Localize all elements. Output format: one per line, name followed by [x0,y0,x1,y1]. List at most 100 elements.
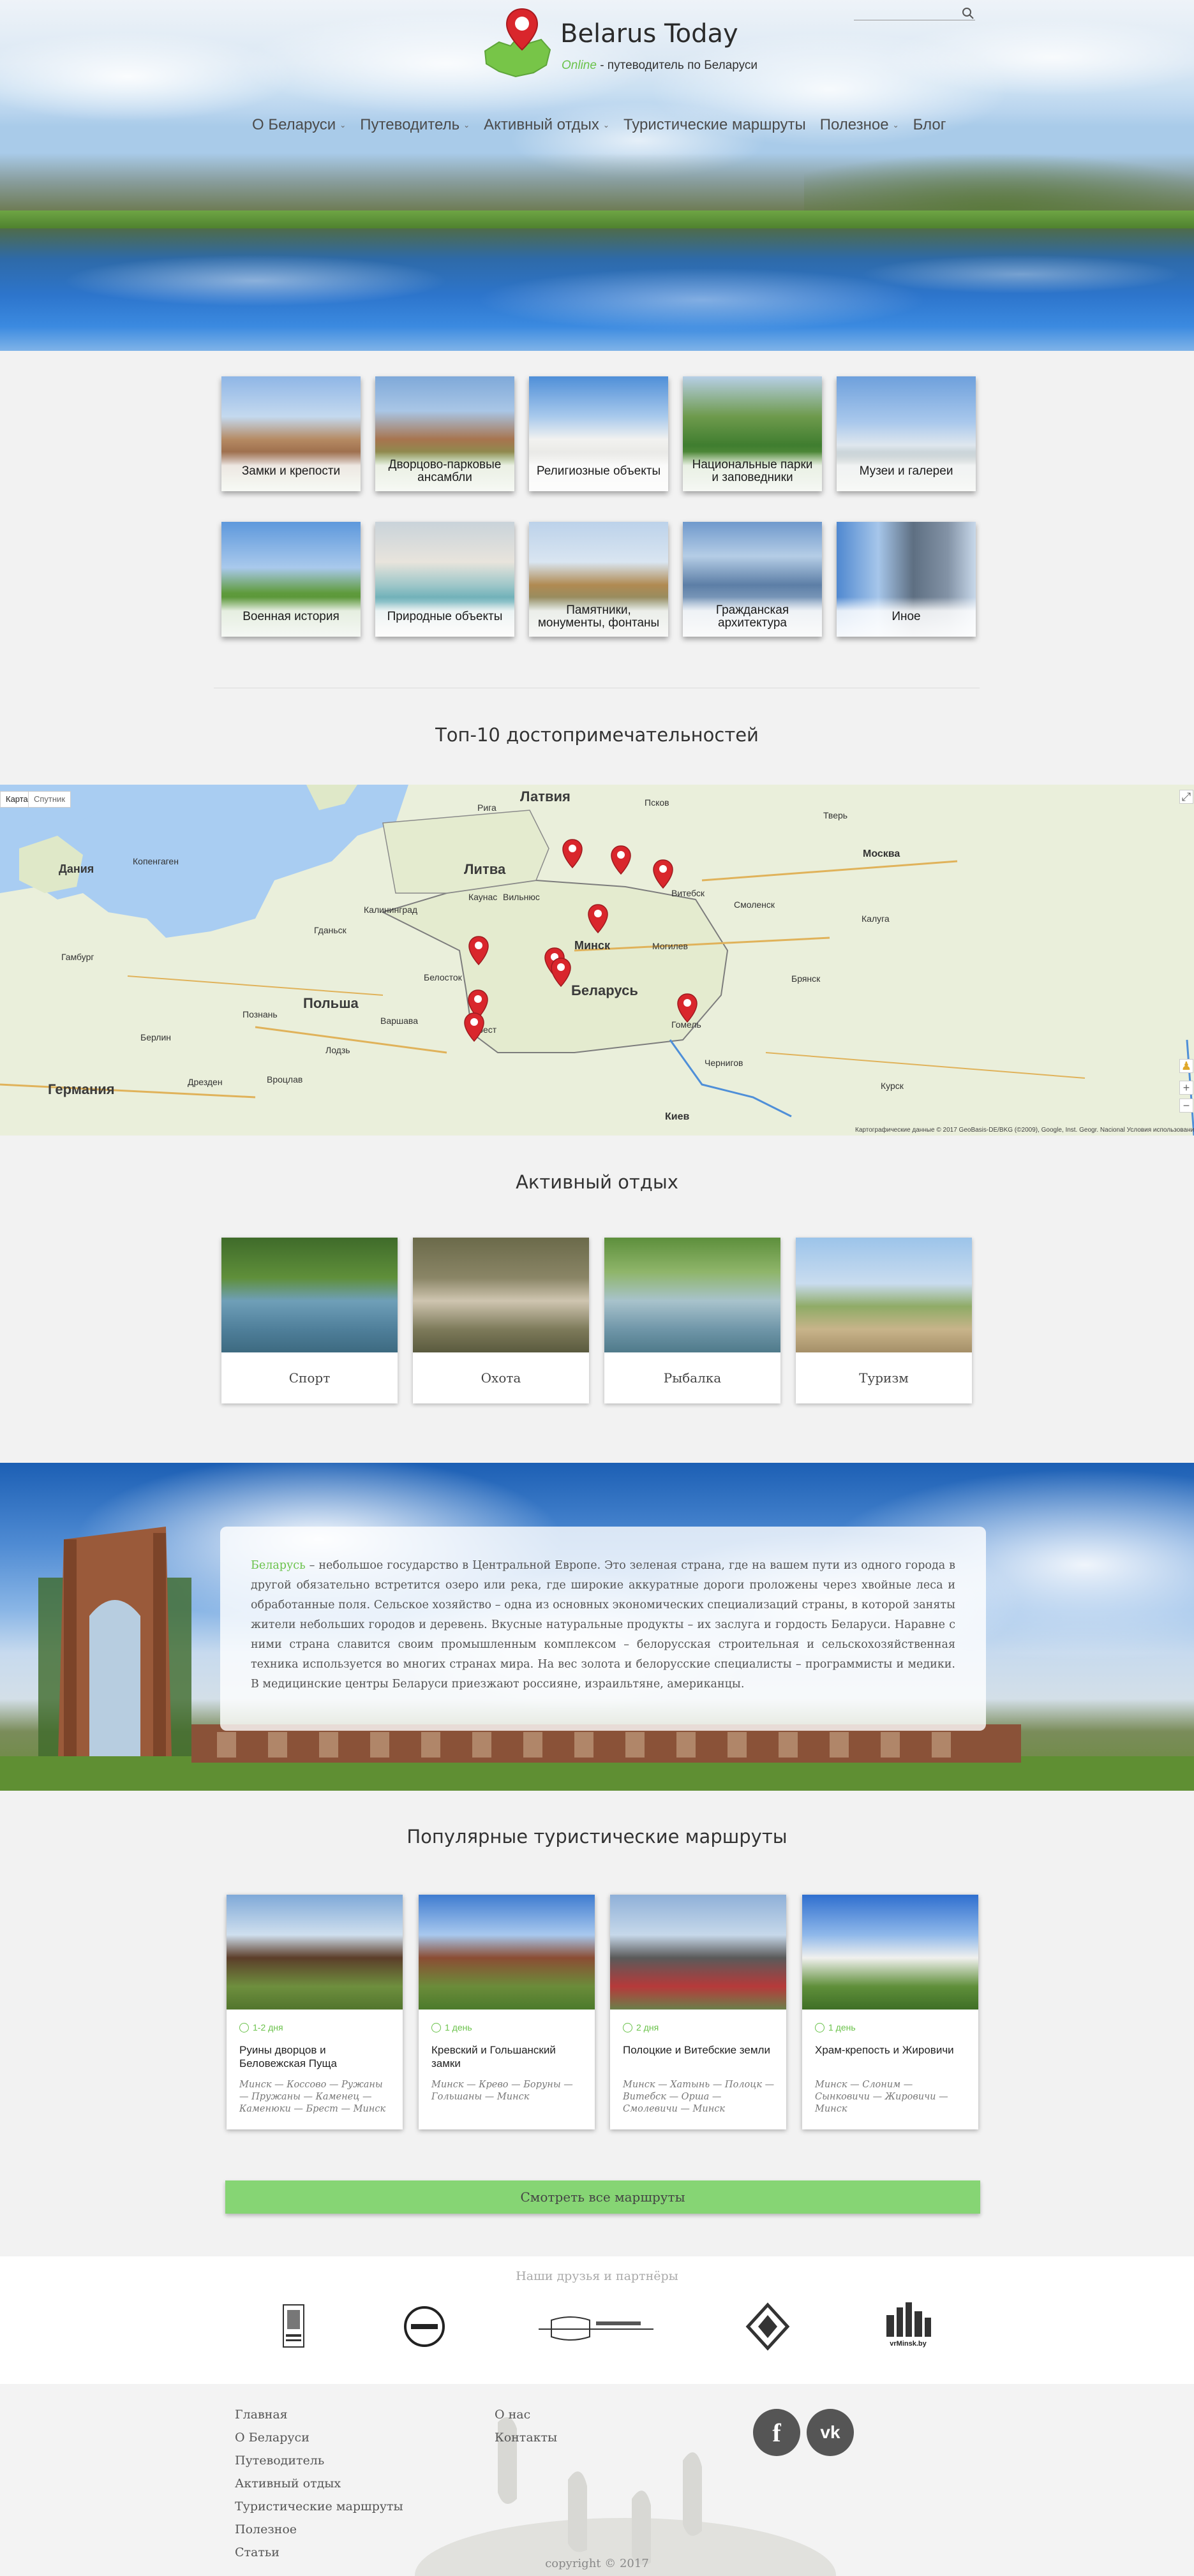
logo-map-pin[interactable] [480,6,556,82]
about-link-belarus[interactable]: Беларусь [251,1559,306,1572]
category-military[interactable]: Военная история [221,522,361,637]
route-path: Минск — Коссово — Ружаны — Пружаны — Кам… [239,2080,386,2114]
map-base [0,785,1194,1136]
active-label: Охота [481,1370,521,1386]
routes-title: Популярные туристические маршруты [407,1826,787,1847]
route-card[interactable]: 1-2 дня Руины дворцов и Беловежская Пуща… [227,1895,403,2129]
map-tab-satellite[interactable]: Спутник [28,791,71,808]
nav-item-about[interactable]: О Беларуси ⌄ [252,116,346,134]
active-card-sport[interactable]: Спорт [221,1238,398,1403]
route-duration-text: 1 день [445,2022,472,2032]
category-label: Музеи и галереи [837,452,976,491]
category-palaces[interactable]: Дворцово-парковые ансамбли [375,376,514,491]
category-label: Замки и крепости [221,452,361,491]
map-pin-icon[interactable] [587,903,609,934]
map-label: Берлин [140,1032,172,1042]
partners-title: Наши друзья и партнёры [516,2269,678,2283]
nav-label: Активный отдых [484,116,599,133]
category-civil-architecture[interactable]: Гражданская архитектура [683,522,822,637]
route-card[interactable]: 1 день Кревский и Гольшанский замки Минс… [419,1895,595,2129]
active-card-tourism[interactable]: Туризм [796,1238,972,1403]
nav-item-routes[interactable]: Туристические маршруты [623,116,806,134]
active-label: Туризм [859,1370,909,1386]
map-label: Брянск [791,973,821,984]
footer-link[interactable]: Полезное [235,2522,297,2536]
active-label: Рыбалка [663,1370,722,1386]
map-pin-icon[interactable] [610,845,632,875]
fullscreen-icon[interactable]: ⤢ [1179,790,1193,804]
nav-item-useful[interactable]: Полезное ⌄ [820,116,899,134]
route-name[interactable]: Кревский и Гольшанский замки [431,2043,585,2070]
footer-link[interactable]: Путеводитель [235,2454,324,2468]
partner-text: vrMinsk.by [890,2340,927,2348]
route-name[interactable]: Полоцкие и Витебские земли [623,2043,776,2057]
map-pin-icon[interactable] [562,838,583,869]
route-card[interactable]: 2 дня Полоцкие и Витебские земли Минск —… [610,1895,786,2129]
active-label: Спорт [288,1370,331,1386]
facebook-icon[interactable]: f [753,2409,800,2456]
partner-logo-vrminsk[interactable] [402,2301,447,2352]
partners-section: Наши друзья и партнёры vrMinsk.by [0,2256,1194,2384]
about-text: – небольшое государство в Центральной Ев… [251,1559,955,1691]
category-religious[interactable]: Религиозные объекты [529,376,668,491]
category-natural[interactable]: Природные объекты [375,522,514,637]
route-photo [419,1895,595,2010]
active-card-fishing[interactable]: Рыбалка [604,1238,780,1403]
nav-item-active[interactable]: Активный отдых ⌄ [484,116,609,134]
map-label: Чернигов [705,1058,743,1068]
category-monuments[interactable]: Памятники, монументы, фонтаны [529,522,668,637]
zoom-out-button[interactable]: − [1179,1099,1193,1113]
partner-logo-1[interactable] [281,2301,306,2352]
route-photo [227,1895,403,2010]
map-label: Латвия [520,788,571,804]
footer-link[interactable]: Активный отдых [235,2476,341,2491]
route-photo [610,1895,786,2010]
route-path: Минск — Хатынь — Полоцк — Витебск — Орша… [623,2080,775,2114]
category-nature-parks[interactable]: Национальные парки и заповедники [683,376,822,491]
nav-label: Полезное [819,116,889,133]
partner-logo-vrminsk-by[interactable]: vrMinsk.by [883,2301,934,2352]
search-input[interactable] [854,9,975,20]
map-pin-icon[interactable] [676,993,698,1023]
map-pin-icon[interactable] [550,957,572,988]
map-label: Тверь [823,810,848,820]
map-pin-icon[interactable] [463,1012,485,1042]
active-photo [413,1238,589,1352]
nav-item-blog[interactable]: Блог [913,116,946,134]
route-duration: 1 день [431,2022,472,2032]
map-label: Белосток [424,972,462,982]
map-pin-icon[interactable] [652,859,674,889]
map-label: Калуга [862,914,890,924]
vk-icon[interactable]: vk [807,2409,854,2456]
footer-link[interactable]: Главная [235,2408,288,2422]
footer-link[interactable]: О Беларуси [235,2431,310,2445]
category-castles[interactable]: Замки и крепости [221,376,361,491]
active-photo [604,1238,780,1352]
route-card[interactable]: 1 день Храм-крепость и Жировичи Минск — … [802,1895,978,2129]
route-name[interactable]: Храм-крепость и Жировичи [815,2043,968,2057]
nav-item-guide[interactable]: Путеводитель ⌄ [360,116,470,134]
map-label: Курск [881,1081,904,1091]
partner-logo-express[interactable] [532,2301,660,2352]
all-routes-button[interactable]: Смотреть все маршруты [225,2180,980,2214]
active-card-hunting[interactable]: Охота [413,1238,589,1403]
zoom-in-button[interactable]: + [1179,1081,1193,1095]
footer-link[interactable]: О нас [495,2408,530,2422]
category-other[interactable]: Иное [837,522,976,637]
route-name[interactable]: Руины дворцов и Беловежская Пуща [239,2043,392,2070]
route-duration-text: 1 день [828,2022,856,2032]
map-label: Вильнюс [503,892,540,902]
route-photo [802,1895,978,2010]
map-pin-icon[interactable] [468,935,489,966]
search-icon[interactable] [961,6,975,20]
map-label: Лодзь [325,1045,350,1055]
footer-link[interactable]: Туристические маршруты [235,2499,403,2513]
site-name[interactable]: Belarus Today [560,19,738,48]
category-museums[interactable]: Музеи и галереи [837,376,976,491]
top10-map[interactable]: Карта Спутник Латвия Литва Беларусь Поль… [0,785,1194,1136]
footer-link[interactable]: Контакты [495,2431,557,2445]
street-view-icon[interactable]: ♟ [1179,1059,1193,1073]
map-label: Рига [477,803,496,813]
map-label: Вроцлав [267,1074,303,1084]
partner-logo-ornament[interactable] [745,2301,790,2352]
